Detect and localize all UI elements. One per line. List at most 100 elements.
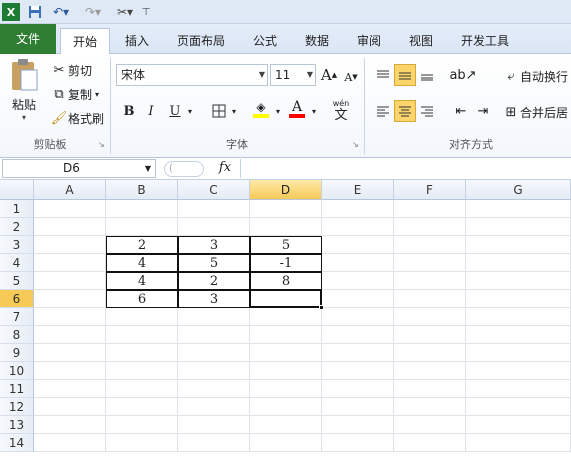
cell-c5[interactable]: 2 <box>178 272 250 290</box>
row-header-9[interactable]: 9 <box>0 344 34 362</box>
cell-c11[interactable] <box>178 380 250 398</box>
row-header-10[interactable]: 10 <box>0 362 34 380</box>
cell-d12[interactable] <box>250 398 322 416</box>
cell-b10[interactable] <box>106 362 178 380</box>
fill-color-button[interactable]: ◈ <box>250 98 272 120</box>
undo-icon[interactable]: ↶▾ <box>48 3 74 21</box>
cell-a7[interactable] <box>34 308 106 326</box>
cell-g2[interactable] <box>466 218 571 236</box>
cell-e4[interactable] <box>322 254 394 272</box>
chevron-down-icon[interactable]: ▾ <box>228 100 240 122</box>
font-color-button[interactable]: A <box>286 98 308 120</box>
format-painter-button[interactable]: 🖌 格式刷 <box>50 108 104 128</box>
cell-d13[interactable] <box>250 416 322 434</box>
cell-f9[interactable] <box>394 344 466 362</box>
select-all-corner[interactable] <box>0 180 34 200</box>
row-header-1[interactable]: 1 <box>0 200 34 218</box>
tab-home[interactable]: 开始 <box>60 28 110 55</box>
name-box[interactable]: D6 ▼ <box>2 159 156 178</box>
cell-c10[interactable] <box>178 362 250 380</box>
cell-b7[interactable] <box>106 308 178 326</box>
row-header-6[interactable]: 6 <box>0 290 34 308</box>
row-header-8[interactable]: 8 <box>0 326 34 344</box>
cell-b3[interactable]: 2 <box>106 236 178 254</box>
cell-g9[interactable] <box>466 344 571 362</box>
cell-e2[interactable] <box>322 218 394 236</box>
cell-f11[interactable] <box>394 380 466 398</box>
dialog-launcher-icon[interactable]: ↘ <box>352 140 359 149</box>
cell-a11[interactable] <box>34 380 106 398</box>
cell-a1[interactable] <box>34 200 106 218</box>
cell-e5[interactable] <box>322 272 394 290</box>
insert-function-button[interactable]: fx <box>210 160 240 178</box>
cell-g14[interactable] <box>466 434 571 452</box>
row-header-2[interactable]: 2 <box>0 218 34 236</box>
save-icon[interactable] <box>26 3 44 21</box>
cell-f10[interactable] <box>394 362 466 380</box>
cell-d3[interactable]: 5 <box>250 236 322 254</box>
cell-e7[interactable] <box>322 308 394 326</box>
row-header-11[interactable]: 11 <box>0 380 34 398</box>
cut-button[interactable]: ✂ 剪切 <box>50 60 92 80</box>
italic-button[interactable]: I <box>140 100 162 122</box>
underline-button[interactable]: U <box>164 100 186 122</box>
cell-g11[interactable] <box>466 380 571 398</box>
cell-f8[interactable] <box>394 326 466 344</box>
cell-b9[interactable] <box>106 344 178 362</box>
cell-e1[interactable] <box>322 200 394 218</box>
formula-bar-splitter[interactable]: ( <box>164 161 204 177</box>
copy-button[interactable]: ⧉ 复制 ▾ <box>50 84 99 104</box>
row-header-5[interactable]: 5 <box>0 272 34 290</box>
decrease-indent-button[interactable]: ⇤ <box>450 100 472 122</box>
row-header-4[interactable]: 4 <box>0 254 34 272</box>
excel-icon[interactable]: X <box>2 3 20 21</box>
cell-a12[interactable] <box>34 398 106 416</box>
redo-icon[interactable]: ↷▾ <box>80 3 106 21</box>
cell-g6[interactable] <box>466 290 571 308</box>
chevron-down-icon[interactable]: ▾ <box>272 100 284 122</box>
orientation-button[interactable]: ab↗ <box>449 64 476 86</box>
tab-developer[interactable]: 开发工具 <box>452 28 518 54</box>
align-middle-button[interactable] <box>394 64 416 86</box>
cell-d4[interactable]: -1 <box>250 254 322 272</box>
cell-g3[interactable] <box>466 236 571 254</box>
cell-d2[interactable] <box>250 218 322 236</box>
cell-f1[interactable] <box>394 200 466 218</box>
tab-insert[interactable]: 插入 <box>116 28 158 54</box>
cell-e9[interactable] <box>322 344 394 362</box>
cell-c3[interactable]: 3 <box>178 236 250 254</box>
cell-b8[interactable] <box>106 326 178 344</box>
cell-e12[interactable] <box>322 398 394 416</box>
cell-f2[interactable] <box>394 218 466 236</box>
merge-center-button[interactable]: ⊞ 合并后居 <box>502 102 568 122</box>
cell-e3[interactable] <box>322 236 394 254</box>
cell-e11[interactable] <box>322 380 394 398</box>
cell-b5[interactable]: 4 <box>106 272 178 290</box>
cell-c6[interactable]: 3 <box>178 290 250 308</box>
cell-a6[interactable] <box>34 290 106 308</box>
column-header-c[interactable]: C <box>178 180 250 200</box>
cell-f14[interactable] <box>394 434 466 452</box>
dialog-launcher-icon[interactable]: ↘ <box>98 140 105 149</box>
tab-file[interactable]: 文件 <box>0 24 56 54</box>
cell-a2[interactable] <box>34 218 106 236</box>
tab-data[interactable]: 数据 <box>296 28 338 54</box>
cell-d7[interactable] <box>250 308 322 326</box>
cell-b14[interactable] <box>106 434 178 452</box>
cell-f4[interactable] <box>394 254 466 272</box>
cell-e6[interactable] <box>322 290 394 308</box>
cell-c14[interactable] <box>178 434 250 452</box>
row-header-3[interactable]: 3 <box>0 236 34 254</box>
cell-f7[interactable] <box>394 308 466 326</box>
cell-g7[interactable] <box>466 308 571 326</box>
cell-e10[interactable] <box>322 362 394 380</box>
cell-f5[interactable] <box>394 272 466 290</box>
cell-c7[interactable] <box>178 308 250 326</box>
align-left-button[interactable] <box>372 100 394 122</box>
cell-a5[interactable] <box>34 272 106 290</box>
cell-g13[interactable] <box>466 416 571 434</box>
phonetic-button[interactable]: wén 文 <box>326 96 356 124</box>
cell-a4[interactable] <box>34 254 106 272</box>
cell-b1[interactable] <box>106 200 178 218</box>
chevron-down-icon[interactable]: ▾ <box>184 100 196 122</box>
